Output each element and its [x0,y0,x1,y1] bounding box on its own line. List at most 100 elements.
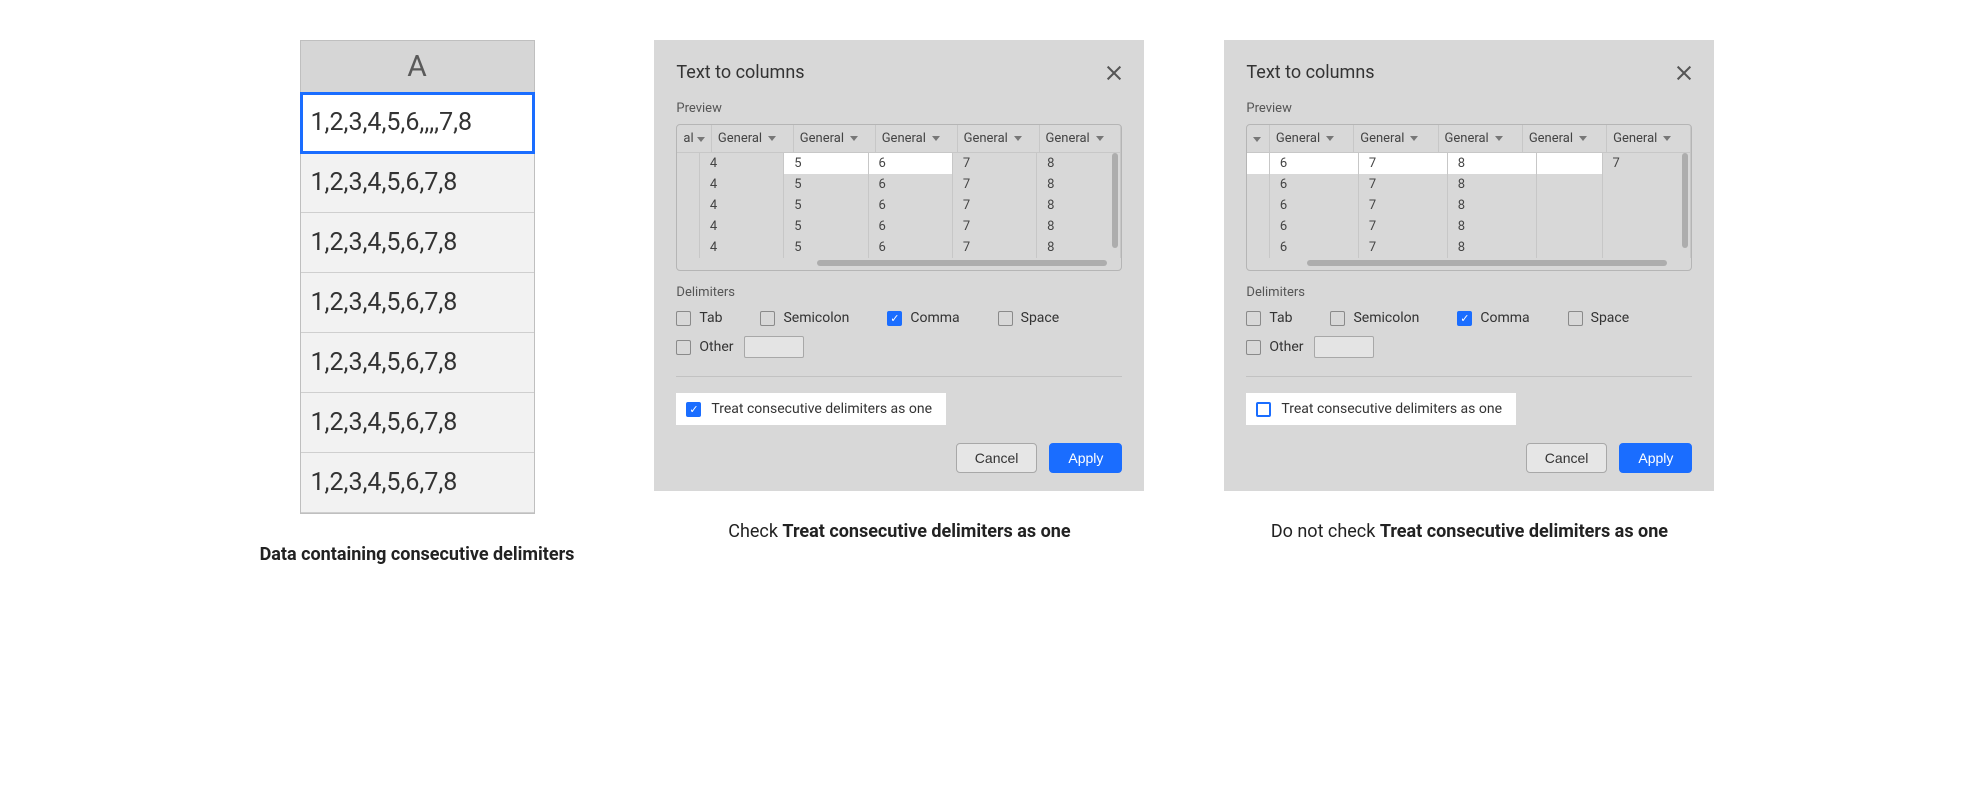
scrollbar-horizontal[interactable] [1307,260,1667,266]
col-header[interactable]: General [964,131,1008,146]
caption-text: Do not check [1271,521,1380,542]
table-cell [677,216,699,237]
col-header[interactable]: General [1276,131,1320,146]
table-cell: 8 [1447,237,1536,258]
treat-consecutive-row[interactable]: Treat consecutive delimiters as one [676,393,946,425]
col-header[interactable]: General [882,131,926,146]
checkbox-icon[interactable] [887,311,902,326]
table-cell: 8 [1447,153,1536,174]
preview-table: al General General General General Gener… [677,125,1121,152]
checkbox-icon[interactable] [760,311,775,326]
chevron-down-icon[interactable] [1495,136,1503,141]
col-header[interactable]: General [1529,131,1573,146]
table-cell: 8 [1037,174,1121,195]
sheet-col-header[interactable]: A [301,41,534,93]
table-cell: 7 [952,195,1036,216]
cancel-button[interactable]: Cancel [1526,443,1608,473]
delimiter-other[interactable]: Other [1246,339,1303,355]
table-row: 45678 [677,237,1121,258]
col-header[interactable]: General [1613,131,1657,146]
col-header[interactable]: General [800,131,844,146]
sheet-cell[interactable]: 1,2,3,4,5,6,,,,7,8 [301,93,534,153]
other-delimiter-input[interactable] [1314,336,1374,358]
delimiter-semicolon[interactable]: Semicolon [760,310,849,326]
sheet-cell[interactable]: 1,2,3,4,5,6,7,8 [301,393,534,453]
delimiter-row: Tab Semicolon Comma Space [1246,310,1692,326]
divider [1246,376,1692,377]
treat-consecutive-row[interactable]: Treat consecutive delimiters as one [1246,393,1516,425]
table-cell [1536,237,1602,258]
table-cell [1536,216,1602,237]
col-header[interactable]: General [718,131,762,146]
scrollbar-horizontal[interactable] [817,260,1107,266]
sheet-cell[interactable]: 1,2,3,4,5,6,7,8 [301,273,534,333]
delimiters-label: Delimiters [676,285,1122,300]
apply-button[interactable]: Apply [1619,443,1692,473]
scrollbar-vertical[interactable] [1112,153,1118,248]
checkbox-icon[interactable] [1330,311,1345,326]
col-header[interactable]: General [1445,131,1489,146]
checkbox-icon[interactable] [686,402,701,417]
sheet-cell[interactable]: 1,2,3,4,5,6,7,8 [301,153,534,213]
chevron-down-icon[interactable] [1096,136,1104,141]
checkbox-icon[interactable] [1246,311,1261,326]
cancel-button[interactable]: Cancel [956,443,1038,473]
delimiter-tab[interactable]: Tab [676,310,722,326]
chevron-down-icon[interactable] [1410,136,1418,141]
header-fragment: al [683,131,693,146]
chevron-down-icon[interactable] [1663,136,1671,141]
scrollbar-vertical[interactable] [1682,153,1688,248]
table-cell: 4 [699,216,783,237]
checkbox-icon[interactable] [1256,402,1271,417]
chevron-down-icon[interactable] [1253,137,1261,142]
sheet-cell[interactable]: 1,2,3,4,5,6,7,8 [301,213,534,273]
close-icon[interactable] [1676,65,1692,81]
checkbox-icon[interactable] [1568,311,1583,326]
table-cell: 5 [784,174,868,195]
table-cell: 6 [868,237,952,258]
table-cell: 6 [1269,174,1358,195]
checkbox-icon[interactable] [998,311,1013,326]
checkbox-icon[interactable] [1457,311,1472,326]
delimiter-comma[interactable]: Comma [1457,310,1529,326]
col-header[interactable]: General [1360,131,1404,146]
table-cell [1247,195,1269,216]
table-cell [677,195,699,216]
table-row: 45678 [677,216,1121,237]
checkbox-label: Semicolon [783,310,849,326]
delimiter-space[interactable]: Space [998,310,1060,326]
checkbox-icon[interactable] [676,340,691,355]
dialog-header: Text to columns [1246,62,1692,83]
col-header[interactable]: General [1046,131,1090,146]
table-cell [1602,237,1691,258]
chevron-down-icon[interactable] [1579,136,1587,141]
apply-button[interactable]: Apply [1049,443,1122,473]
delimiter-other[interactable]: Other [676,339,733,355]
table-cell: 7 [1358,153,1447,174]
button-row: Cancel Apply [1246,443,1692,473]
checkbox-icon[interactable] [676,311,691,326]
chevron-down-icon[interactable] [850,136,858,141]
other-delimiter-input[interactable] [744,336,804,358]
caption-left: Data containing consecutive delimiters [260,544,575,565]
sheet: A 1,2,3,4,5,6,,,,7,8 1,2,3,4,5,6,7,8 1,2… [300,40,535,514]
chevron-down-icon[interactable] [768,136,776,141]
delimiter-tab[interactable]: Tab [1246,310,1292,326]
checkbox-icon[interactable] [1246,340,1261,355]
sheet-cell[interactable]: 1,2,3,4,5,6,7,8 [301,453,534,513]
chevron-down-icon[interactable] [932,136,940,141]
table-cell [677,174,699,195]
table-row: 678 [1247,195,1691,216]
delimiter-semicolon[interactable]: Semicolon [1330,310,1419,326]
table-cell: 4 [699,237,783,258]
chevron-down-icon[interactable] [1326,136,1334,141]
table-cell: 5 [784,216,868,237]
close-icon[interactable] [1106,65,1122,81]
delimiter-space[interactable]: Space [1568,310,1630,326]
chevron-down-icon[interactable] [697,137,705,142]
sheet-cell[interactable]: 1,2,3,4,5,6,7,8 [301,333,534,393]
table-cell [1536,153,1602,174]
delimiter-comma[interactable]: Comma [887,310,959,326]
table-cell [1247,174,1269,195]
chevron-down-icon[interactable] [1014,136,1022,141]
